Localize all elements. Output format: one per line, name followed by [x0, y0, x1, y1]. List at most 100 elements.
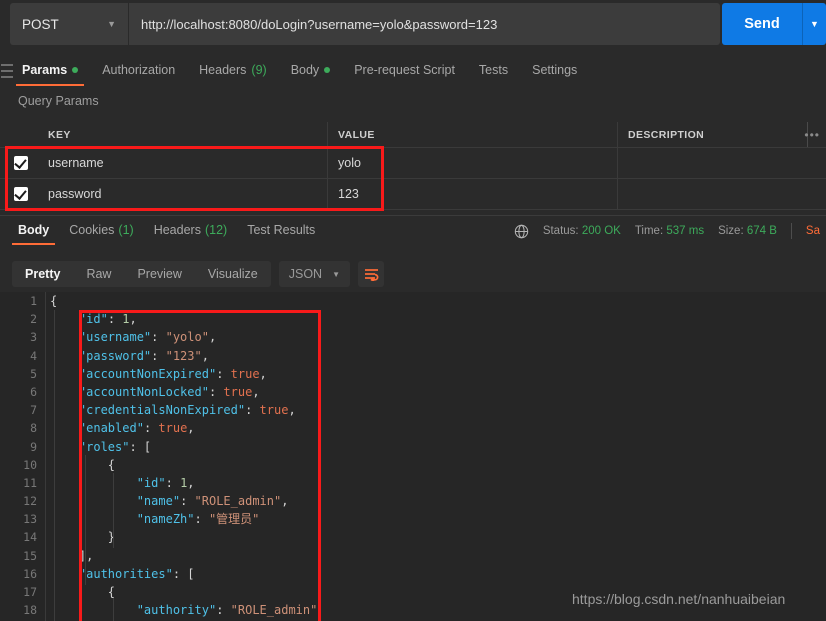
tab-label: Headers: [153, 223, 201, 237]
param-value-input[interactable]: 123: [328, 179, 618, 209]
text-wrap-icon[interactable]: [358, 261, 384, 287]
code-line: {: [50, 292, 820, 310]
request-tab-tests[interactable]: Tests: [467, 54, 520, 86]
send-button[interactable]: Send: [722, 3, 802, 45]
request-tab-authorization[interactable]: Authorization: [90, 54, 187, 86]
code-token-punct: :: [107, 312, 123, 327]
status-meta: Status: 200 OK: [543, 225, 621, 237]
code-line: "accountNonExpired": true,: [50, 365, 820, 383]
response-tab-body[interactable]: Body: [8, 216, 59, 245]
line-number: 17: [23, 585, 37, 599]
response-body-code: { "id": 1, "username": "yolo", "password…: [50, 292, 820, 619]
code-line: "nameZh": "管理员": [50, 510, 820, 528]
response-view-pretty[interactable]: Pretty: [12, 261, 73, 287]
line-number: 7: [30, 403, 37, 418]
table-row[interactable]: username yolo: [0, 148, 826, 179]
http-method-select[interactable]: POST ▼: [10, 3, 128, 45]
response-meta-bar: Status: 200 OK Time: 537 ms Size: 674 B …: [514, 216, 820, 246]
globe-icon: [514, 224, 529, 238]
line-number: 2: [30, 312, 37, 327]
code-token-key: "roles": [78, 439, 130, 454]
code-token-key: "name": [136, 494, 181, 509]
code-token-punct: :: [216, 603, 231, 618]
param-key-input[interactable]: username: [38, 148, 328, 178]
indent-guide: [113, 598, 114, 621]
code-token-punct: [50, 512, 137, 526]
row-enabled-checkbox[interactable]: [14, 187, 28, 201]
line-number: 13: [23, 512, 37, 527]
code-token-key: "username": [78, 330, 152, 345]
line-number: 3: [30, 330, 37, 345]
param-value-input[interactable]: yolo: [328, 148, 618, 178]
code-token-punct: :: [151, 330, 166, 345]
code-token-bool: true: [223, 384, 253, 399]
code-token-punct: {: [50, 457, 116, 472]
code-token-num: 1: [122, 312, 130, 327]
request-tab-settings[interactable]: Settings: [520, 54, 589, 86]
query-params-section-label: Query Params: [18, 94, 99, 108]
response-tab-headers[interactable]: Headers (12): [144, 216, 237, 244]
code-line: "enabled": true,: [50, 419, 820, 437]
response-format-toolbar: Pretty Raw Preview Visualize JSON ▼: [0, 258, 826, 290]
modified-dot-icon: [72, 67, 79, 73]
request-tab-pre-request-script[interactable]: Pre-request Script: [342, 54, 467, 86]
bulk-edit-dots-icon[interactable]: •••: [804, 128, 820, 142]
line-number: 15: [23, 548, 37, 563]
code-token-punct: :: [143, 421, 159, 436]
code-token-punct: :: [180, 494, 195, 509]
response-language-select[interactable]: JSON ▼: [278, 261, 350, 287]
code-line: "id": 1,: [50, 310, 820, 328]
tab-label: Authorization: [102, 63, 176, 77]
row-enabled-checkbox[interactable]: [14, 156, 28, 170]
code-token-punct: [50, 603, 137, 617]
response-tab-test-results[interactable]: Test Results: [237, 216, 325, 244]
line-number: 8: [30, 421, 37, 436]
tab-label: Settings: [532, 63, 578, 77]
response-view-visualize[interactable]: Visualize: [195, 261, 271, 287]
param-description-input[interactable]: [618, 179, 808, 209]
send-options-chevron-down-icon[interactable]: ▼: [803, 3, 826, 45]
code-line: ],: [50, 547, 820, 565]
code-token-key: "password": [78, 348, 152, 363]
request-tab-params[interactable]: Params: [10, 54, 90, 86]
code-token-str: "123": [165, 348, 202, 363]
code-line: {: [50, 456, 820, 474]
indent-guide: [54, 310, 55, 621]
code-line: "password": "123",: [50, 347, 820, 365]
code-token-key: "accountNonExpired": [78, 366, 217, 381]
header-checkbox-cell: [0, 122, 38, 147]
code-line: }: [50, 528, 820, 546]
code-token-punct: : [: [129, 439, 152, 454]
param-key-input[interactable]: password: [38, 179, 328, 209]
code-line: "name": "ROLE_admin",: [50, 492, 820, 510]
param-description-input[interactable]: [618, 148, 808, 178]
method-url-group: POST ▼ http://localhost:8080/doLogin?use…: [10, 3, 720, 45]
table-header-row: KEY VALUE DESCRIPTION: [0, 122, 826, 148]
code-token-punct: ,: [201, 348, 209, 363]
code-token-key: "accountNonLocked": [78, 384, 209, 399]
save-response-button[interactable]: Sa: [806, 225, 820, 237]
code-token-punct: : [: [172, 566, 195, 581]
tab-label: Test Results: [247, 223, 316, 237]
time-value: 537 ms: [666, 225, 705, 237]
code-token-key: "enabled": [78, 421, 144, 436]
code-line: "id": 1,: [50, 474, 820, 492]
query-params-table: KEY VALUE DESCRIPTION username yolo pass…: [0, 122, 826, 212]
code-token-punct: :: [165, 475, 181, 490]
request-url-bar: POST ▼ http://localhost:8080/doLogin?use…: [0, 0, 826, 48]
request-url-input[interactable]: http://localhost:8080/doLogin?username=y…: [129, 3, 720, 45]
code-token-punct: ,: [288, 403, 296, 418]
tab-label: Body: [18, 223, 50, 237]
size-meta: Size: 674 B: [718, 225, 777, 237]
row-drag-handle-icon[interactable]: [1, 64, 13, 78]
line-number: 14: [23, 530, 37, 545]
request-tab-body[interactable]: Body: [279, 54, 343, 86]
tab-label: Pre-request Script: [354, 63, 455, 77]
table-row[interactable]: password 123: [0, 179, 826, 210]
response-tab-cookies[interactable]: Cookies (1): [59, 216, 143, 244]
response-view-preview[interactable]: Preview: [124, 261, 194, 287]
request-tab-headers[interactable]: Headers (9): [187, 54, 279, 86]
response-view-raw[interactable]: Raw: [73, 261, 124, 287]
response-body-viewer[interactable]: 1 2 3 4 5 6 7 8 9 10 11 12 13 14 15 16 17 18 { "id": 1, "…: [0, 292, 826, 621]
indent-guide: [113, 473, 114, 548]
